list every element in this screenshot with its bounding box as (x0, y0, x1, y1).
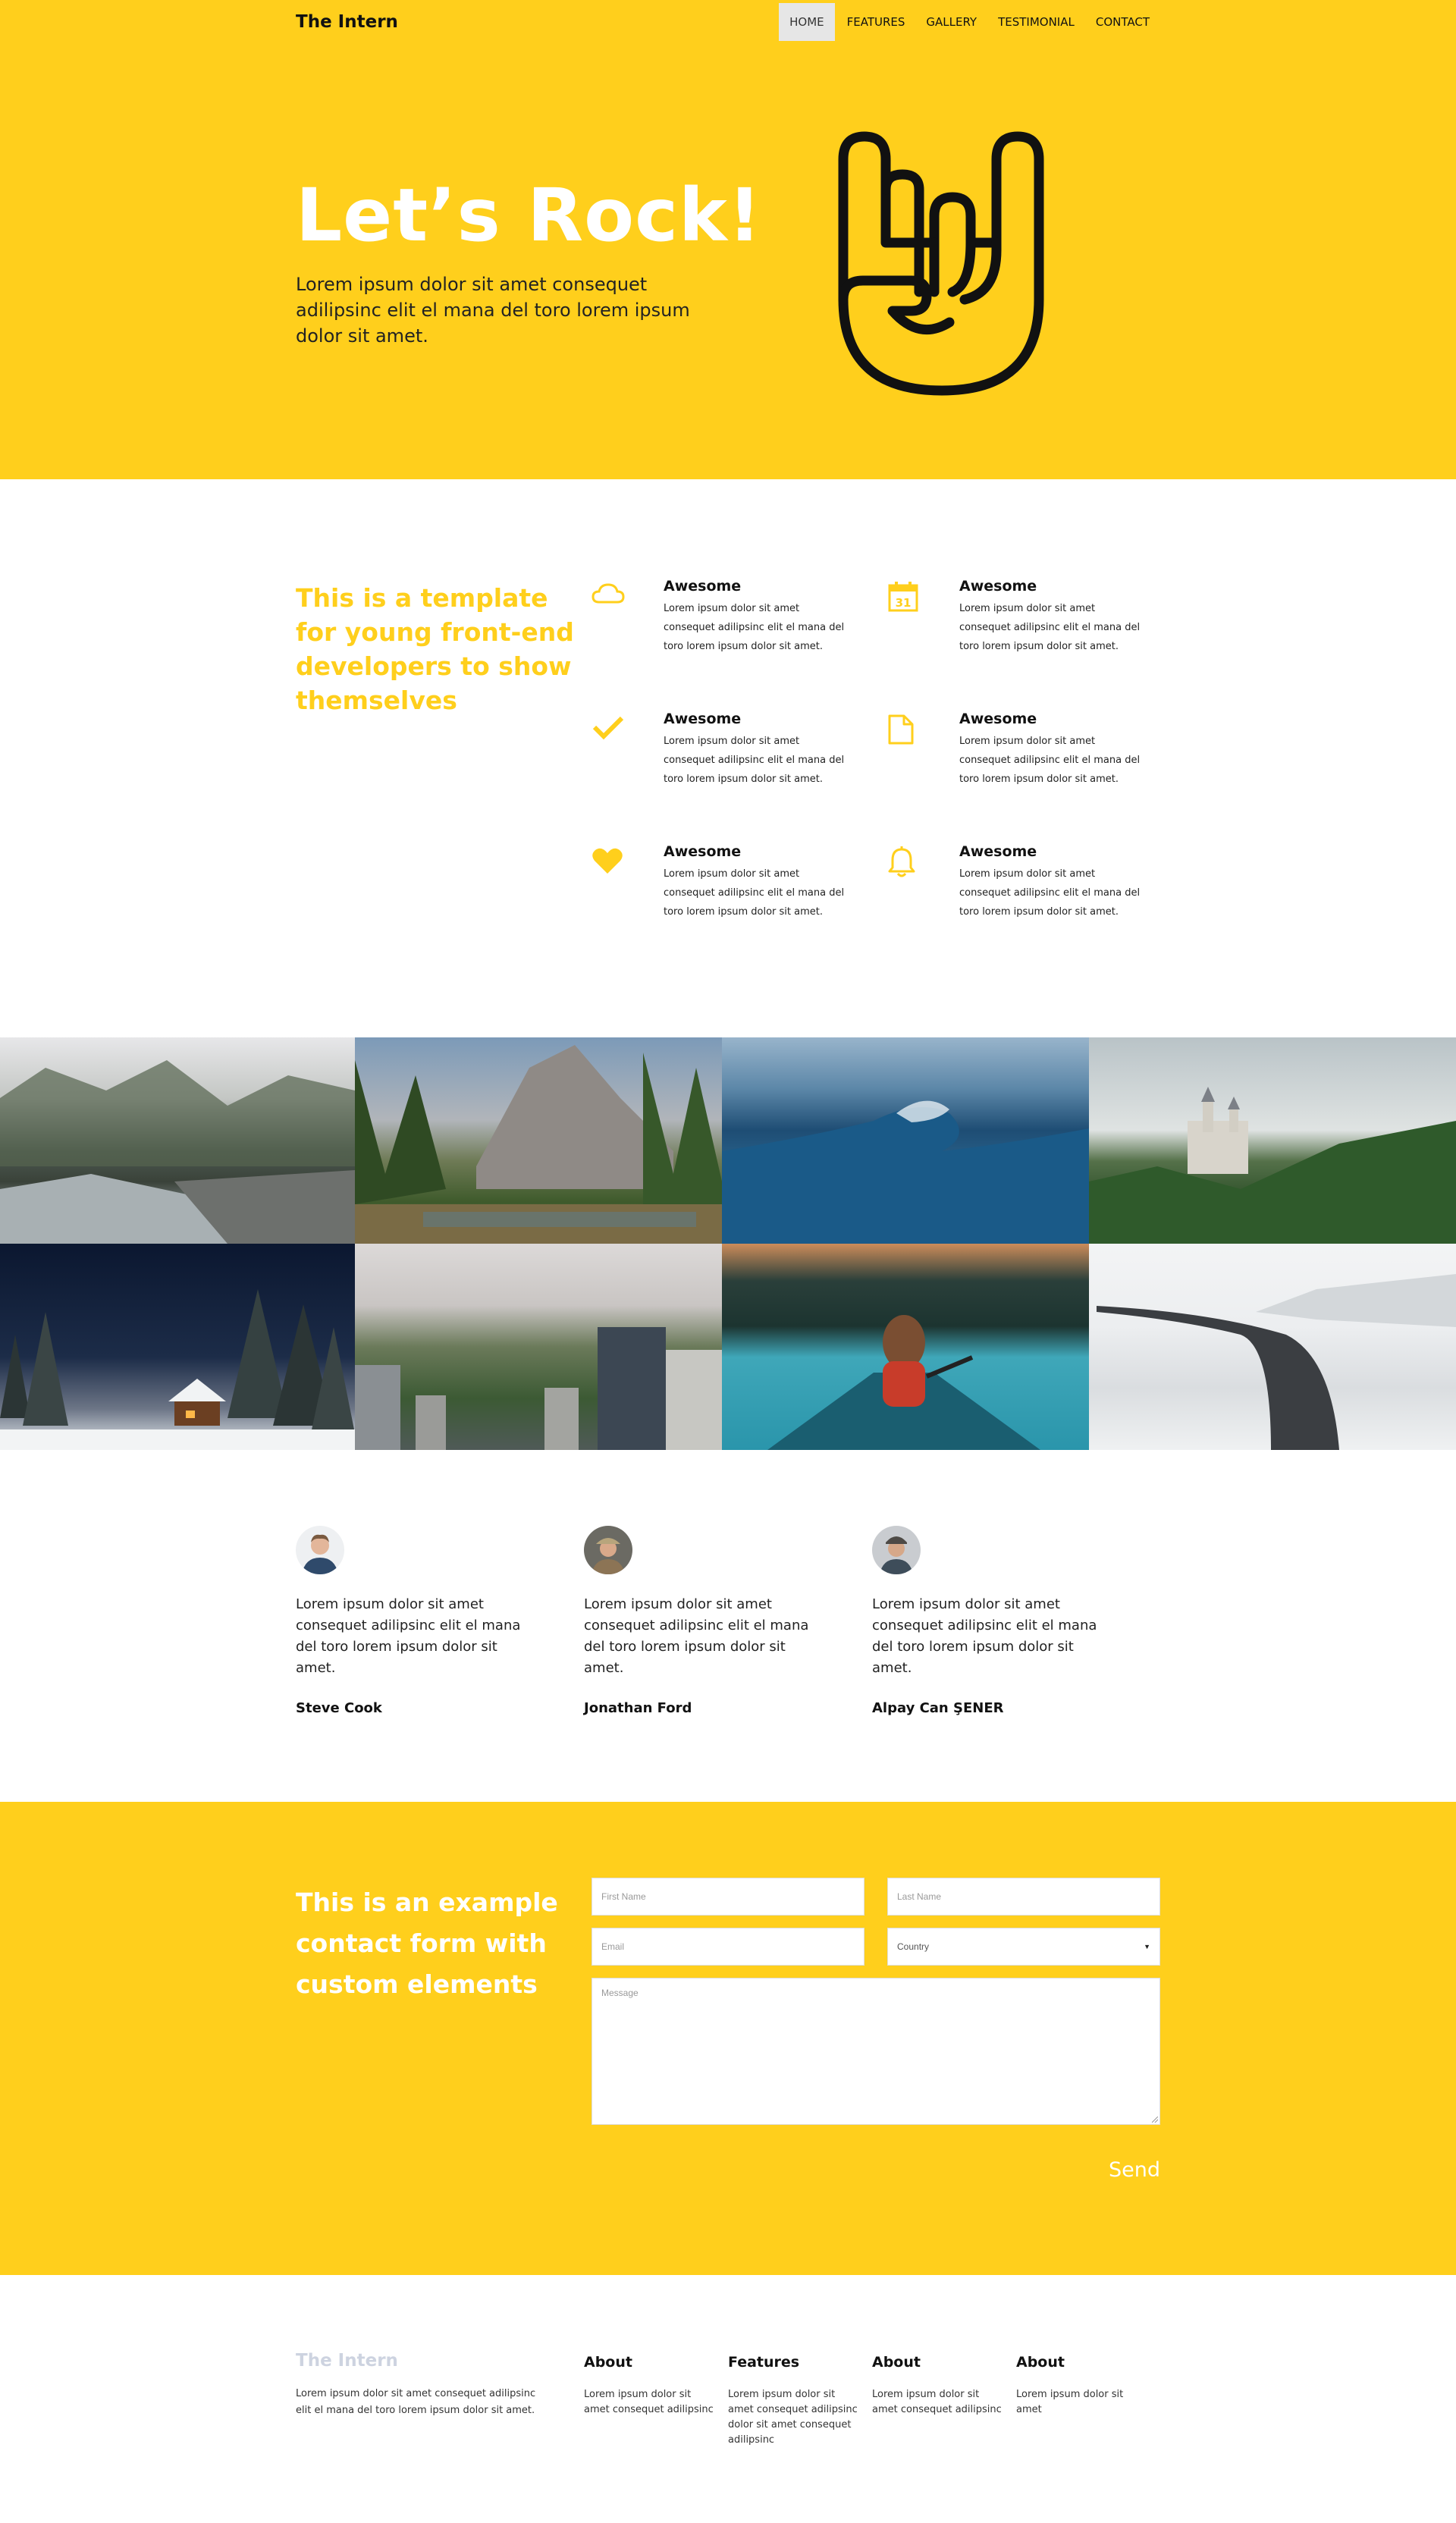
testimonial-card: Lorem ipsum dolor sit amet consequet adi… (872, 1526, 1160, 1716)
footer-column-title[interactable]: About (584, 2354, 728, 2371)
calendar-icon: 31 (888, 582, 918, 612)
footer-column-title[interactable]: About (872, 2354, 1016, 2371)
avatar (296, 1526, 344, 1574)
feature-item: Awesome Lorem ipsum dolor sit amet conse… (592, 578, 887, 656)
caret-down-icon: ▼ (1144, 1943, 1150, 1950)
feature-title: Awesome (664, 578, 742, 595)
gallery-image-city-park[interactable] (355, 1244, 722, 1450)
gallery-image-snowy-road[interactable] (1089, 1244, 1456, 1450)
feature-item: 31 Awesome Lorem ipsum dolor sit amet co… (887, 578, 1160, 656)
footer-column: About Lorem ipsum dolor sit amet consequ… (584, 2351, 728, 2448)
feature-text: Lorem ipsum dolor sit amet consequet adi… (959, 736, 1141, 785)
calendar-badge: 31 (896, 596, 912, 610)
first-name-field[interactable]: First Name (592, 1878, 864, 1916)
feature-text: Lorem ipsum dolor sit amet consequet adi… (664, 736, 845, 785)
document-icon (888, 714, 914, 745)
gallery-image-mountain-forest[interactable] (355, 1037, 722, 1244)
gallery-image-snowy-cabin[interactable] (0, 1244, 355, 1450)
avatar (872, 1526, 921, 1574)
last-name-field[interactable]: Last Name (887, 1878, 1160, 1916)
rock-hand-icon (838, 131, 1044, 396)
testimonial-author: Alpay Can ŞENER (872, 1700, 1004, 1716)
footer: The Intern Lorem ipsum dolor sit amet co… (0, 2275, 1456, 2496)
gallery-section (0, 1037, 1456, 1450)
hero-text: Let’s Rock! Lorem ipsum dolor sit amet c… (296, 173, 762, 349)
email-field[interactable]: Email (592, 1928, 864, 1966)
gallery-image-foggy-river[interactable] (0, 1037, 355, 1244)
contact-form: First Name Last Name Email Country ▼ Mes… (592, 1878, 1160, 2182)
feature-text: Lorem ipsum dolor sit amet consequet adi… (664, 603, 845, 652)
feature-title: Awesome (664, 843, 742, 860)
top-nav: The Intern HOME FEATURES GALLERY TESTIMO… (296, 0, 1160, 43)
footer-column-text: Lorem ipsum dolor sit amet consequet adi… (584, 2389, 714, 2415)
avatar (584, 1526, 632, 1574)
feature-item: Awesome Lorem ipsum dolor sit amet conse… (592, 843, 887, 921)
hero-subtitle: Lorem ipsum dolor sit amet consequet adi… (296, 274, 690, 347)
footer-column: About Lorem ipsum dolor sit amet consequ… (872, 2351, 1016, 2448)
testimonial-card: Lorem ipsum dolor sit amet consequet adi… (296, 1526, 584, 1716)
nav-contact[interactable]: CONTACT (1085, 3, 1160, 41)
bell-icon (888, 846, 915, 877)
footer-column-text: Lorem ipsum dolor sit amet consequet adi… (872, 2389, 1002, 2415)
footer-column: About Lorem ipsum dolor sit amet (1016, 2351, 1160, 2448)
footer-column-title[interactable]: Features (728, 2354, 872, 2371)
contact-section: This is an example contact form with cus… (0, 1802, 1456, 2275)
testimonial-text: Lorem ipsum dolor sit amet consequet adi… (872, 1596, 1097, 1676)
hero-section: The Intern HOME FEATURES GALLERY TESTIMO… (0, 0, 1456, 479)
heart-icon (592, 848, 623, 874)
country-select[interactable]: Country ▼ (887, 1928, 1160, 1966)
feature-title: Awesome (959, 711, 1037, 727)
feature-item: Awesome Lorem ipsum dolor sit amet conse… (592, 711, 887, 789)
message-placeholder: Message (601, 1988, 639, 1998)
check-icon (592, 716, 624, 740)
nav-gallery[interactable]: GALLERY (915, 3, 987, 41)
footer-about: The Intern Lorem ipsum dolor sit amet co… (296, 2351, 584, 2448)
feature-text: Lorem ipsum dolor sit amet consequet adi… (664, 868, 845, 918)
testimonial-author: Steve Cook (296, 1700, 382, 1716)
gallery-image-canoe-lake[interactable] (722, 1244, 1089, 1450)
testimonial-text: Lorem ipsum dolor sit amet consequet adi… (584, 1596, 809, 1676)
contact-title: This is an example contact form with cus… (296, 1888, 558, 1999)
testimonials-section: Lorem ipsum dolor sit amet consequet adi… (0, 1450, 1456, 1802)
feature-title: Awesome (664, 711, 742, 727)
footer-column: Features Lorem ipsum dolor sit amet cons… (728, 2351, 872, 2448)
feature-title: Awesome (959, 843, 1037, 860)
nav-features[interactable]: FEATURES (836, 3, 916, 41)
testimonial-card: Lorem ipsum dolor sit amet consequet adi… (584, 1526, 872, 1716)
feature-item: Awesome Lorem ipsum dolor sit amet conse… (887, 843, 1160, 921)
resize-handle-icon[interactable] (1152, 2117, 1158, 2123)
send-button[interactable]: Send (592, 2158, 1160, 2182)
gallery-image-castle[interactable] (1089, 1037, 1456, 1244)
footer-brand[interactable]: The Intern (296, 2351, 584, 2371)
message-field[interactable]: Message (592, 1978, 1160, 2125)
testimonial-author: Jonathan Ford (584, 1700, 692, 1716)
features-grid: Awesome Lorem ipsum dolor sit amet conse… (592, 578, 1160, 921)
brand-logo[interactable]: The Intern (296, 12, 398, 32)
feature-item: Awesome Lorem ipsum dolor sit amet conse… (887, 711, 1160, 789)
hero-title: Let’s Rock! (296, 173, 762, 258)
nav-links: HOME FEATURES GALLERY TESTIMONIAL CONTAC… (779, 0, 1160, 43)
country-select-value: Country (897, 1941, 930, 1952)
feature-title: Awesome (959, 578, 1037, 595)
footer-column-text: Lorem ipsum dolor sit amet (1016, 2389, 1124, 2415)
nav-home[interactable]: HOME (779, 2, 835, 41)
footer-text: Lorem ipsum dolor sit amet consequet adi… (296, 2388, 536, 2416)
nav-testimonial[interactable]: TESTIMONIAL (987, 3, 1085, 41)
testimonial-text: Lorem ipsum dolor sit amet consequet adi… (296, 1596, 521, 1676)
features-title: This is a template for young front-end d… (296, 583, 574, 715)
features-section: This is a template for young front-end d… (0, 479, 1456, 1037)
feature-text: Lorem ipsum dolor sit amet consequet adi… (959, 603, 1141, 652)
cloud-icon (592, 583, 625, 604)
gallery-image-ocean-wave[interactable] (722, 1037, 1089, 1244)
feature-text: Lorem ipsum dolor sit amet consequet adi… (959, 868, 1141, 918)
footer-column-title[interactable]: About (1016, 2354, 1160, 2371)
footer-column-text: Lorem ipsum dolor sit amet consequet adi… (728, 2389, 858, 2446)
